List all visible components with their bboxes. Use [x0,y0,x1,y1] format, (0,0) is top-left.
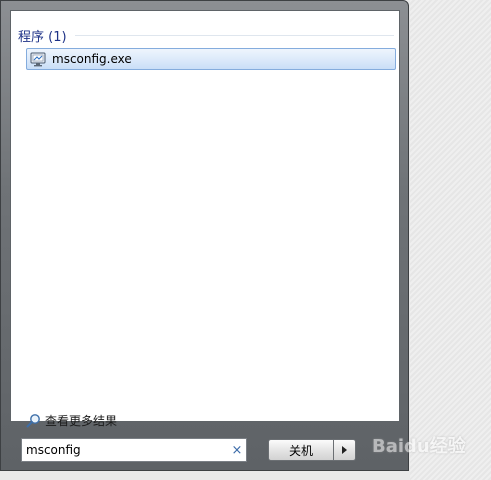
shutdown-control: 关机 [268,439,356,461]
results-group-header: 程序 (1) [18,25,394,45]
see-more-results-link[interactable]: 查看更多结果 [26,411,117,429]
start-menu: 程序 (1) msconfig.exe 查看更多结果 msconfig × 关机 [0,0,409,471]
watermark-text: Baidu经验 [372,436,466,457]
group-divider [74,34,394,36]
triangle-right-icon [342,446,347,454]
search-magnifier-icon [26,413,41,428]
shutdown-button[interactable]: 关机 [268,439,334,461]
see-more-label: 查看更多结果 [45,413,118,428]
search-results-pane: 程序 (1) msconfig.exe 查看更多结果 [10,10,400,428]
search-input[interactable] [22,440,228,460]
baidu-watermark: Baidu经验 [372,424,484,466]
shutdown-options-button[interactable] [334,439,356,461]
desktop-background [410,0,491,480]
result-item-label: msconfig.exe [52,52,132,66]
result-item-msconfig[interactable]: msconfig.exe [26,48,396,70]
clear-search-icon[interactable]: × [228,443,246,458]
group-title: 程序 (1) [18,29,67,45]
start-search-box[interactable]: × [21,438,247,462]
msconfig-program-icon [30,51,48,67]
